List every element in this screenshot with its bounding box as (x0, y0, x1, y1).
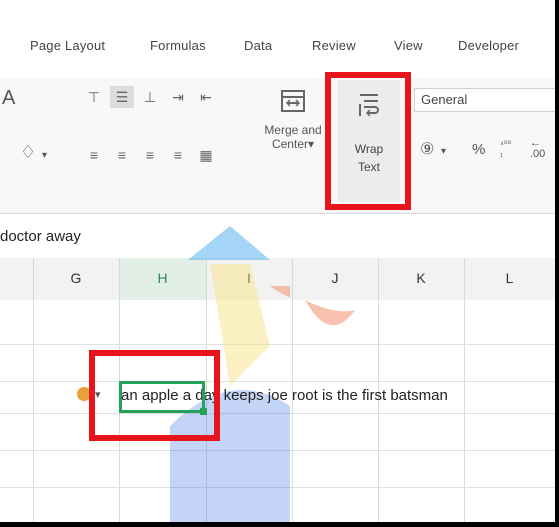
align-left-icon[interactable]: ≡ (82, 144, 106, 166)
number-format-select[interactable]: General (414, 88, 555, 112)
tab-developer[interactable]: Developer (458, 38, 519, 53)
comma-style-icon[interactable]: ⁴⁰⁰ ₁ (500, 140, 522, 158)
tab-data[interactable]: Data (244, 38, 272, 53)
accounting-format-icon[interactable]: ⑨ (420, 142, 434, 158)
align-right-icon[interactable]: ≡ (138, 144, 162, 166)
percent-style-button[interactable]: % (472, 142, 485, 158)
fill-color-icon[interactable]: ♢ (20, 143, 36, 161)
column-header-k[interactable]: K (378, 258, 464, 301)
font-size-icon[interactable]: A (2, 88, 15, 108)
wrap-text-highlight (325, 72, 411, 210)
spreadsheet-app: Page Layout Formulas Data Review View De… (0, 0, 555, 522)
distributed-icon[interactable]: ▦ (194, 144, 218, 166)
alignment-top-row: ⊤ ☰ ⊥ ⇥ ⇤ (82, 86, 218, 108)
merge-label-line1: Merge and (264, 123, 322, 137)
tab-formulas[interactable]: Formulas (150, 38, 206, 53)
active-cell-highlight (89, 350, 220, 441)
align-top-icon[interactable]: ⊤ (82, 86, 106, 108)
column-header-h[interactable]: H (119, 258, 206, 302)
column-header-i[interactable]: I (206, 258, 292, 301)
column-header-l[interactable]: L (464, 258, 555, 301)
alignment-bottom-row: ≡ ≡ ≡ ≡ ▦ (82, 144, 218, 166)
cell-grid[interactable] (0, 300, 555, 522)
formula-bar-text: doctor away (0, 228, 81, 245)
tab-page-layout[interactable]: Page Layout (30, 38, 105, 53)
merge-cells-icon (281, 90, 305, 112)
column-header-partial[interactable] (0, 258, 33, 301)
decrease-indent-icon[interactable]: ⇤ (194, 86, 218, 108)
increase-indent-icon[interactable]: ⇥ (166, 86, 190, 108)
chevron-down-icon[interactable]: ▾ (441, 144, 446, 160)
align-center-icon[interactable]: ≡ (110, 144, 134, 166)
chevron-down-icon[interactable]: ▾ (42, 148, 47, 164)
tab-review[interactable]: Review (312, 38, 356, 53)
align-bottom-icon[interactable]: ⊥ (138, 86, 162, 108)
justify-icon[interactable]: ≡ (166, 144, 190, 166)
column-header-g[interactable]: G (33, 258, 119, 301)
tab-view[interactable]: View (394, 38, 423, 53)
chevron-down-icon: ▾ (308, 137, 315, 151)
align-middle-icon[interactable]: ☰ (110, 86, 134, 108)
merge-label-line2: Center (271, 137, 308, 151)
increase-decimal-icon[interactable]: ← .00 (530, 138, 545, 160)
column-header-j[interactable]: J (292, 258, 378, 301)
formula-bar[interactable]: doctor away (0, 214, 555, 259)
ribbon-tabs: Page Layout Formulas Data Review View De… (0, 0, 555, 78)
merge-center-button[interactable]: Merge and Center▾ (258, 88, 328, 151)
